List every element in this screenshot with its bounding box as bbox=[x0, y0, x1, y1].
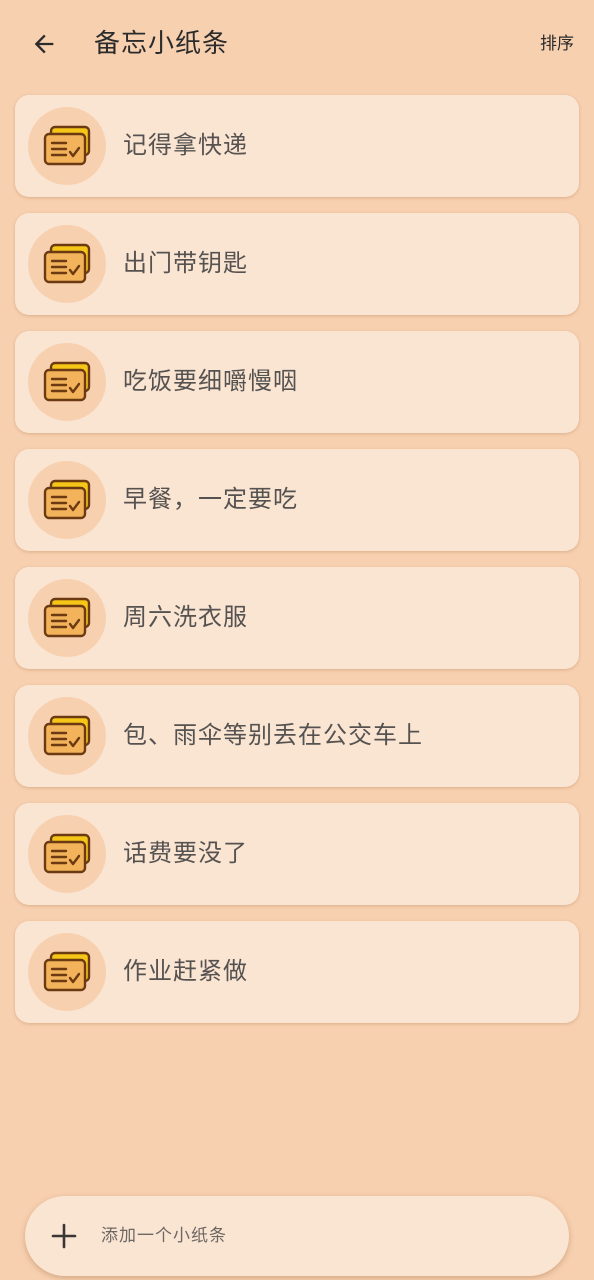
memo-card[interactable]: 早餐，一定要吃 bbox=[15, 449, 579, 551]
note-card-check-icon bbox=[43, 243, 91, 284]
memo-icon-circle bbox=[28, 933, 106, 1011]
memo-icon-circle bbox=[28, 225, 106, 303]
memo-text: 周六洗衣服 bbox=[123, 603, 248, 631]
memo-card[interactable]: 吃饭要细嚼慢咽 bbox=[15, 331, 579, 433]
memo-icon-circle bbox=[28, 697, 106, 775]
memo-card[interactable]: 作业赶紧做 bbox=[15, 921, 579, 1023]
page-title: 备忘小纸条 bbox=[94, 29, 230, 59]
memo-text: 作业赶紧做 bbox=[123, 957, 248, 985]
note-card-check-icon bbox=[43, 715, 91, 756]
memo-text: 包、雨伞等别丢在公交车上 bbox=[123, 721, 423, 749]
memo-list: 记得拿快递 出门带钥匙 吃饭要细嚼慢咽 早餐，一定要吃 周六洗衣服 包、雨伞等别… bbox=[15, 95, 579, 1039]
memo-icon-circle bbox=[28, 579, 106, 657]
memo-card[interactable]: 出门带钥匙 bbox=[15, 213, 579, 315]
add-memo-placeholder[interactable]: 添加一个小纸条 bbox=[101, 1223, 227, 1249]
memo-text: 记得拿快递 bbox=[123, 131, 248, 159]
note-card-check-icon bbox=[43, 479, 91, 520]
arrow-left-icon bbox=[34, 34, 54, 54]
memo-icon-circle bbox=[28, 461, 106, 539]
note-card-check-icon bbox=[43, 597, 91, 638]
memo-icon-circle bbox=[28, 107, 106, 185]
sort-button[interactable]: 排序 bbox=[540, 31, 574, 57]
memo-text: 早餐，一定要吃 bbox=[123, 485, 298, 513]
app-bar: 备忘小纸条 排序 bbox=[0, 0, 594, 88]
note-card-check-icon bbox=[43, 361, 91, 402]
memo-text: 出门带钥匙 bbox=[123, 249, 248, 277]
memo-text: 吃饭要细嚼慢咽 bbox=[123, 367, 298, 395]
back-button[interactable] bbox=[22, 22, 66, 66]
plus-icon[interactable] bbox=[49, 1221, 79, 1251]
memo-card[interactable]: 记得拿快递 bbox=[15, 95, 579, 197]
memo-card[interactable]: 周六洗衣服 bbox=[15, 567, 579, 669]
note-card-check-icon bbox=[43, 125, 91, 166]
memo-text: 话费要没了 bbox=[123, 839, 248, 867]
memo-icon-circle bbox=[28, 815, 106, 893]
memo-card[interactable]: 话费要没了 bbox=[15, 803, 579, 905]
memo-icon-circle bbox=[28, 343, 106, 421]
memo-card[interactable]: 包、雨伞等别丢在公交车上 bbox=[15, 685, 579, 787]
note-card-check-icon bbox=[43, 951, 91, 992]
note-card-check-icon bbox=[43, 833, 91, 874]
add-memo-bar[interactable]: 添加一个小纸条 bbox=[25, 1196, 569, 1276]
